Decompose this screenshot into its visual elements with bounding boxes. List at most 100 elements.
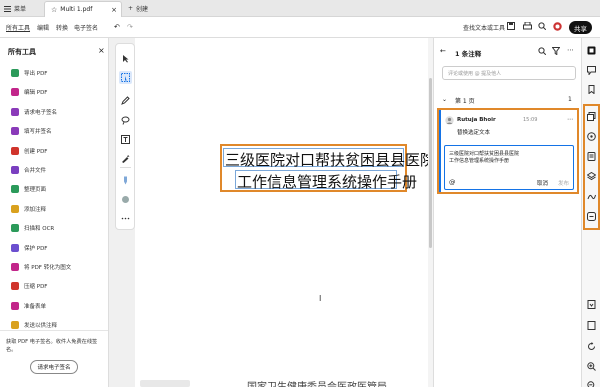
scrollbar-thumb[interactable] — [429, 78, 432, 248]
close-panel-icon[interactable]: × — [98, 46, 105, 55]
comment-card[interactable]: Rutuja Bhoir 15:09 ⋯ 替换选定文本 三级医院对口帮扶贫困县县… — [437, 108, 579, 194]
search-tools-link[interactable]: 查找文本或工具 — [463, 23, 505, 32]
tool-label: 将 PDF 转化为图文 — [24, 265, 72, 271]
tool-icon — [11, 166, 19, 174]
attachment-icon[interactable] — [587, 152, 596, 161]
marker-icon[interactable] — [121, 176, 130, 185]
print-icon[interactable] — [523, 22, 532, 30]
new-tab-label: 创建 — [136, 6, 149, 13]
zoom-out-icon[interactable] — [587, 381, 596, 387]
document-page[interactable]: 三级医院对口帮扶贫困县县医院 工作信息管理系统操作手册 I 国家卫生健康委员会医… — [135, 38, 435, 387]
more-icon[interactable] — [121, 214, 130, 223]
tool-item[interactable]: 整理页面 — [11, 182, 46, 196]
star-icon[interactable]: ☆ — [51, 6, 57, 14]
tool-icon — [11, 321, 19, 330]
new-tab-button[interactable]: + 创建 — [128, 3, 148, 14]
tool-icon — [11, 107, 19, 116]
avatar[interactable] — [553, 22, 562, 31]
tool-item[interactable]: 添加注释 — [11, 202, 46, 216]
fill-sign-icon[interactable] — [121, 154, 130, 163]
redo-icon[interactable]: ↷ — [127, 23, 133, 31]
tool-item[interactable]: 保护 PDF — [11, 241, 47, 255]
tool-item[interactable]: 扫描和 OCR — [11, 221, 54, 235]
tool-icon — [11, 69, 19, 77]
menu-esign[interactable]: 电子签名 — [74, 23, 98, 32]
document-tab[interactable]: ☆ Multi 1.pdf × — [44, 1, 122, 17]
page-down-icon[interactable] — [587, 300, 596, 309]
zoom-in-icon[interactable] — [587, 362, 596, 371]
tool-item[interactable]: 编辑 PDF — [11, 85, 47, 99]
cancel-button[interactable]: 取消 — [537, 179, 548, 187]
comment-author: Rutuja Bhoir — [457, 117, 496, 123]
tool-label: 导出 PDF — [24, 71, 48, 77]
tool-item[interactable]: 压缩 PDF — [11, 279, 47, 293]
request-esign-button[interactable]: 请求电子签名 — [30, 360, 78, 374]
menu-button[interactable]: 菜单 — [4, 3, 26, 14]
lasso-icon[interactable] — [121, 116, 130, 125]
collapse-chevron-icon[interactable]: ⌄ — [442, 96, 447, 103]
tool-item[interactable]: 导出 PDF — [11, 66, 47, 80]
tool-label: 保护 PDF — [24, 245, 48, 252]
back-arrow-icon[interactable]: ← — [440, 47, 446, 55]
comment-input[interactable]: 评论或使用 @ 提及他人 — [442, 66, 576, 80]
tool-label: 合并文件 — [24, 168, 47, 174]
circle-icon[interactable] — [121, 195, 130, 204]
menu-all-tools[interactable]: 所有工具 — [6, 23, 30, 32]
menu-edit[interactable]: 编辑 — [37, 23, 49, 32]
tool-icon — [11, 243, 19, 252]
post-button[interactable]: 发布 — [558, 179, 569, 187]
signature-icon[interactable] — [587, 192, 596, 201]
tool-item[interactable]: 将 PDF 转化为图文 — [11, 260, 71, 274]
close-tab-icon[interactable]: × — [111, 6, 117, 14]
save-icon[interactable] — [507, 22, 515, 30]
hamburger-icon — [4, 5, 11, 12]
share-button[interactable]: 共享 — [569, 21, 592, 34]
tool-item[interactable]: 创建 PDF — [11, 144, 47, 158]
layers-icon[interactable] — [587, 172, 596, 181]
comment-action: 替换选定文本 — [457, 130, 491, 136]
undo-icon[interactable]: ↶ — [114, 23, 120, 31]
cursor-icon[interactable] — [121, 54, 130, 63]
menu-convert[interactable]: 转换 — [56, 23, 68, 32]
page-thumbnails-icon[interactable] — [587, 46, 596, 55]
page-nav-strip[interactable] — [140, 380, 190, 387]
tool-label: 扫描和 OCR — [24, 226, 55, 233]
fit-page-icon[interactable] — [587, 321, 596, 330]
search-icon[interactable] — [538, 22, 546, 30]
menu-bar: 所有工具 编辑 转换 电子签名 ↶ ↷ 查找文本或工具 共享 — [0, 17, 600, 38]
doc-title-line-2[interactable]: 工作信息管理系统操作手册 — [237, 171, 417, 192]
rotate-icon[interactable] — [587, 342, 596, 351]
tab-title: Multi 1.pdf — [60, 6, 93, 13]
comment-more-icon[interactable]: ⋯ — [567, 116, 573, 123]
tool-label: 创建 PDF — [24, 148, 48, 155]
tool-icon — [11, 263, 19, 271]
compass-icon[interactable] — [587, 132, 596, 141]
tool-item[interactable]: 填写并签名 — [11, 124, 52, 138]
search-comments-icon[interactable] — [538, 47, 546, 55]
tool-item[interactable]: 合并文件 — [11, 163, 46, 177]
mention-icon[interactable]: @ — [449, 178, 456, 186]
comments-header: 1 条注释 — [455, 50, 482, 58]
add-text-icon[interactable] — [121, 135, 130, 144]
pages-icon[interactable] — [587, 112, 596, 121]
doc-title-line-1[interactable]: 三级医院对口帮扶贫困县县医院 — [225, 149, 435, 170]
more-options-icon[interactable]: ⋯ — [567, 46, 574, 54]
avatar — [445, 116, 454, 125]
tool-label: 准备表单 — [24, 303, 47, 310]
menu-label: 菜单 — [14, 6, 27, 13]
tool-icon — [11, 146, 19, 155]
replacement-text-field[interactable]: 三级医院对口帮扶贫困县县医院 工作信息管理系统操作手册 @ 取消 发布 — [444, 145, 574, 190]
promo-text: 获取 PDF 电子签名。收件人免费在线签名。 — [6, 339, 98, 353]
text-cursor-icon: I — [319, 294, 322, 303]
tool-item[interactable]: 请求电子签名 — [11, 105, 57, 119]
pen-icon[interactable] — [121, 96, 130, 105]
replacement-line-2: 工作信息管理系统操作手册 — [449, 158, 510, 164]
tool-item[interactable]: 准备表单 — [11, 299, 46, 313]
ai-assistant-icon[interactable] — [587, 212, 596, 221]
comment-icon[interactable] — [587, 66, 596, 75]
filter-icon[interactable] — [552, 47, 560, 55]
bookmark-icon[interactable] — [587, 85, 596, 94]
plus-icon: + — [128, 5, 134, 12]
text-select-icon[interactable] — [121, 73, 130, 82]
tool-label: 添加注释 — [24, 206, 47, 213]
